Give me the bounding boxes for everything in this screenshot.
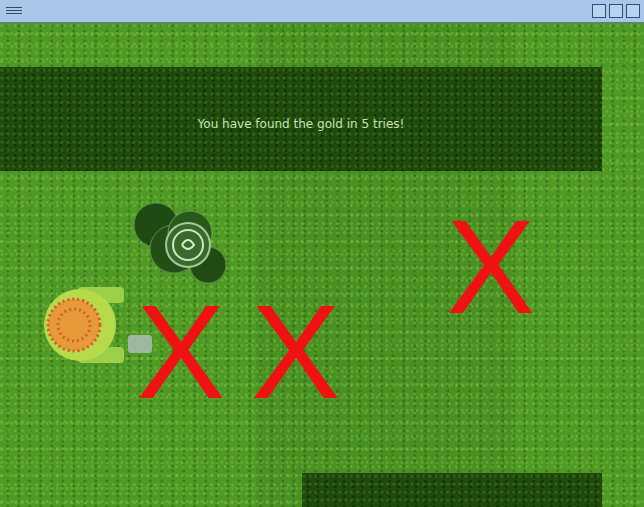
title-bar — [0, 0, 644, 23]
message-text: You have found the gold in 5 tries! — [198, 117, 405, 131]
message-band: You have found the gold in 5 tries! — [0, 67, 602, 171]
gold-coins-icon — [130, 193, 236, 283]
dig-mark: X — [446, 200, 535, 334]
dig-mark: X — [136, 285, 225, 419]
menu-grip-icon[interactable] — [6, 7, 22, 15]
maximize-button[interactable] — [609, 4, 623, 18]
minimize-button[interactable] — [592, 4, 606, 18]
dark-band — [302, 473, 602, 507]
close-button[interactable] — [626, 4, 640, 18]
dig-mark: X — [251, 285, 340, 419]
game-field[interactable]: You have found the gold in 5 tries! XXX — [0, 23, 644, 507]
